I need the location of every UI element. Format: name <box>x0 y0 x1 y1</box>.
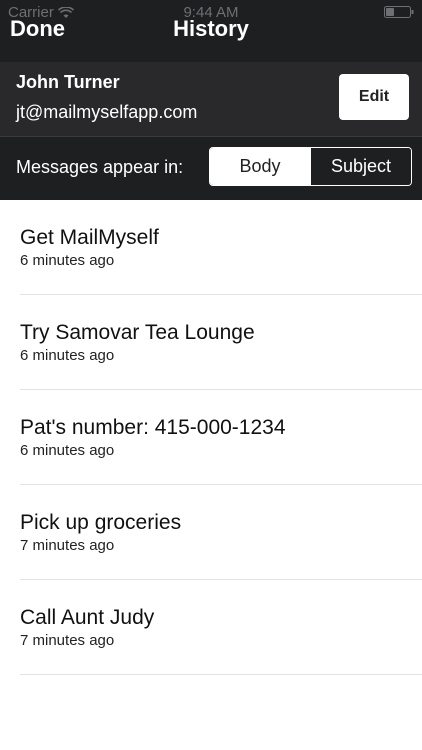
segment-subject[interactable]: Subject <box>310 148 411 185</box>
list-item[interactable]: Try Samovar Tea Lounge 6 minutes ago <box>20 295 422 390</box>
messages-segmented-control: Body Subject <box>209 147 412 186</box>
list-item[interactable]: Pick up groceries 7 minutes ago <box>20 485 422 580</box>
item-title: Pat's number: 415-000-1234 <box>20 416 286 439</box>
item-time: 6 minutes ago <box>20 347 115 364</box>
item-time: 6 minutes ago <box>20 442 115 459</box>
item-time: 7 minutes ago <box>20 537 115 554</box>
user-name: John Turner <box>16 72 120 92</box>
page-title: History <box>173 16 249 41</box>
history-list: Get MailMyself 6 minutes ago Try Samovar… <box>0 200 422 675</box>
item-title: Call Aunt Judy <box>20 606 155 629</box>
user-email: jt@mailmyselfapp.com <box>16 102 198 122</box>
header: Carrier 9:44 AM Done History John Turner… <box>0 0 422 200</box>
item-time: 7 minutes ago <box>20 632 115 649</box>
edit-button[interactable]: Edit <box>339 74 409 120</box>
item-title: Get MailMyself <box>20 226 159 249</box>
segment-body[interactable]: Body <box>210 148 310 185</box>
list-item[interactable]: Get MailMyself 6 minutes ago <box>20 200 422 295</box>
nav-bar: Done History <box>0 12 422 50</box>
messages-setting-row: Messages appear in: Body Subject <box>0 137 422 200</box>
account-section: John Turner jt@mailmyselfapp.com Edit <box>0 62 422 136</box>
list-item[interactable]: Pat's number: 415-000-1234 6 minutes ago <box>20 390 422 485</box>
item-title: Try Samovar Tea Lounge <box>20 321 255 344</box>
item-time: 6 minutes ago <box>20 252 115 269</box>
item-title: Pick up groceries <box>20 511 182 534</box>
list-item[interactable]: Call Aunt Judy 7 minutes ago <box>20 580 422 675</box>
messages-setting-label: Messages appear in: <box>16 157 184 177</box>
